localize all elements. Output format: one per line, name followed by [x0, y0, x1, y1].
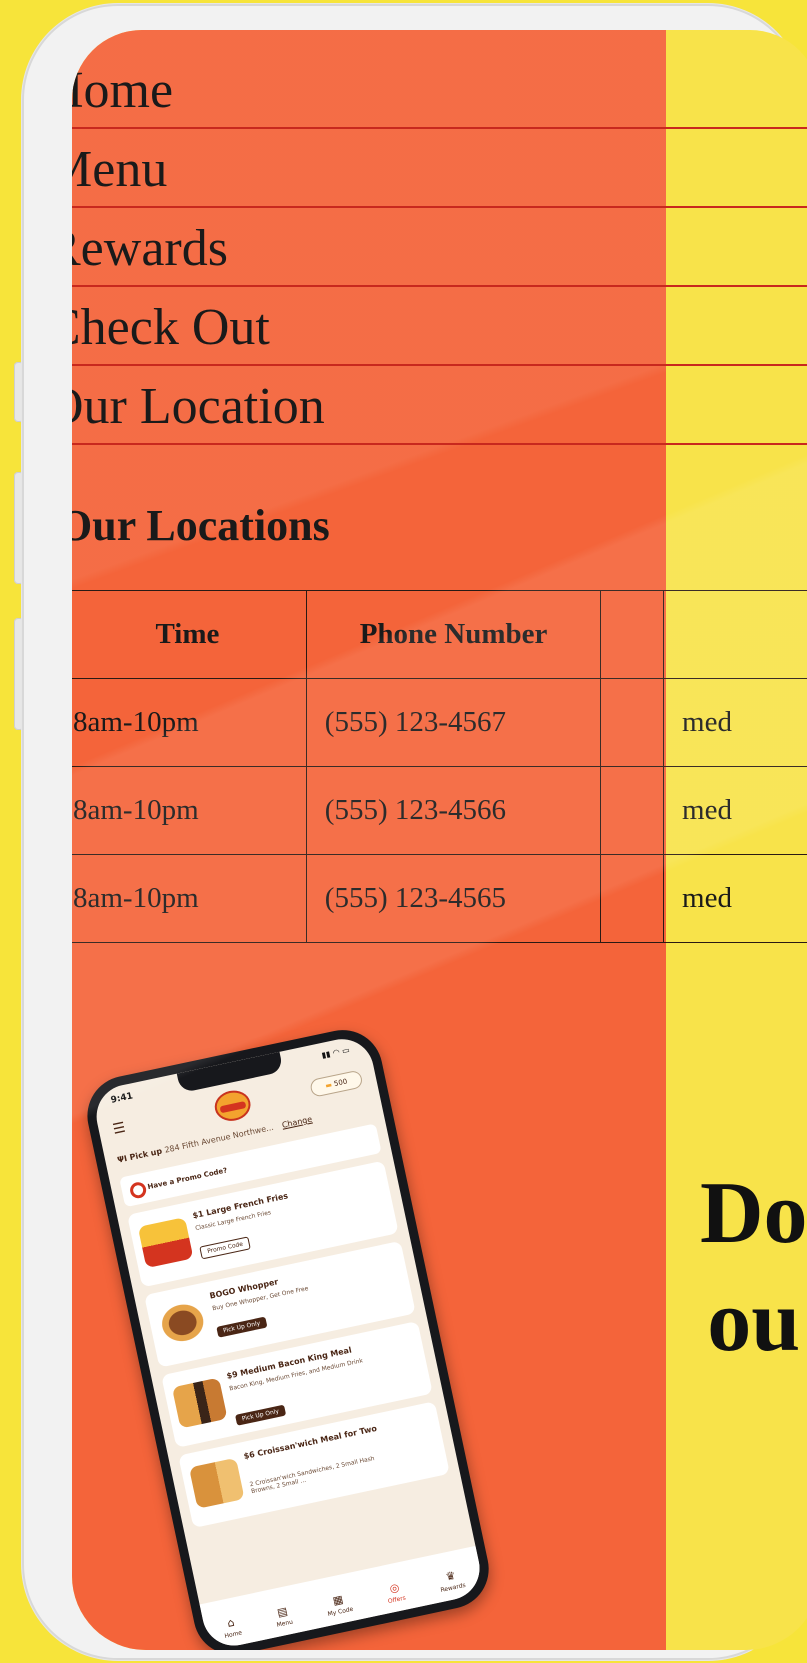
cell-email[interactable]: med [663, 678, 807, 767]
cell-email[interactable]: med [663, 766, 807, 855]
mockup-time: 9:41 [109, 1091, 134, 1106]
cell-extra [600, 678, 665, 767]
crown-icon: ▬ [324, 1080, 333, 1090]
mockup-tab-my-code: ▦ My Code [324, 1591, 354, 1618]
table-row: 8am-10pm (555) 123-4566 med [72, 766, 807, 855]
column-header-3 [600, 590, 665, 679]
cell-phone[interactable]: (555) 123-4565 [305, 854, 602, 943]
mockup-tab-menu: ▤ Menu [273, 1604, 294, 1629]
nav-menu[interactable]: Menu [72, 129, 807, 208]
table-header-row: Time Phone Number [72, 590, 807, 679]
table-row: 8am-10pm (555) 123-4565 med [72, 854, 807, 943]
brand-logo [211, 1087, 254, 1125]
croissant-image [188, 1457, 245, 1509]
cell-phone[interactable]: (555) 123-4567 [305, 678, 602, 767]
menu-icon: ▤ [275, 1604, 289, 1620]
offer-button: Pick Up Only [216, 1316, 268, 1338]
column-header-time: Time [72, 590, 307, 679]
locations-heading: Our Locations [72, 501, 330, 550]
offer-button: Promo Code [199, 1236, 252, 1260]
mockup-tab-offers: ◎ Offers [384, 1580, 406, 1605]
pickup-label: Pick up [128, 1146, 163, 1163]
offer-button: Pick Up Only [234, 1404, 286, 1426]
nav-our-location[interactable]: Our Location [72, 366, 807, 445]
phone-screen: Home Menu Rewards Check Out Our Location… [72, 30, 807, 1650]
mockup-tab-home: ⌂ Home [221, 1615, 243, 1640]
offers-icon: ◎ [388, 1580, 401, 1596]
hamburger-icon: ☰ [111, 1119, 128, 1138]
download-app-heading: Do ou [700, 1160, 807, 1376]
cell-extra [600, 766, 665, 855]
nav-check-out[interactable]: Check Out [72, 287, 807, 366]
meal-image [171, 1377, 228, 1429]
mockup-tab-rewards: ♛ Rewards [437, 1567, 466, 1594]
whopper-image [154, 1297, 211, 1349]
cell-time: 8am-10pm [72, 678, 307, 767]
nav-home[interactable]: Home [72, 50, 807, 129]
phone-frame: Home Menu Rewards Check Out Our Location… [22, 4, 807, 1660]
change-link: Change [281, 1114, 313, 1130]
column-header-phone: Phone Number [305, 590, 602, 679]
cell-extra [600, 854, 665, 943]
cell-time: 8am-10pm [72, 766, 307, 855]
home-icon: ⌂ [226, 1615, 236, 1630]
offer-subtitle: 2 Croissan'wich Sandwiches, 2 Small Hash… [249, 1455, 376, 1496]
cell-time: 8am-10pm [72, 854, 307, 943]
pickup-icon: ΨΙ [116, 1153, 128, 1165]
nav-rewards[interactable]: Rewards [72, 208, 807, 287]
table-row: 8am-10pm (555) 123-4567 med [72, 678, 807, 767]
locations-table: Time Phone Number 8am-10pm (555) 123-456… [72, 590, 807, 943]
download-heading-line-1: Do [700, 1165, 807, 1262]
signal-battery-icon: ▮▮ ◠ ▭ [320, 1045, 351, 1061]
column-header-4 [663, 590, 807, 679]
points-value: 500 [333, 1077, 349, 1089]
cell-phone[interactable]: (555) 123-4566 [305, 766, 602, 855]
main-nav: Home Menu Rewards Check Out Our Location [72, 50, 807, 445]
points-badge: ▬ 500 [309, 1069, 364, 1098]
download-heading-line-2: ou [707, 1273, 801, 1370]
fries-image [137, 1217, 194, 1269]
cell-email[interactable]: med [663, 854, 807, 943]
